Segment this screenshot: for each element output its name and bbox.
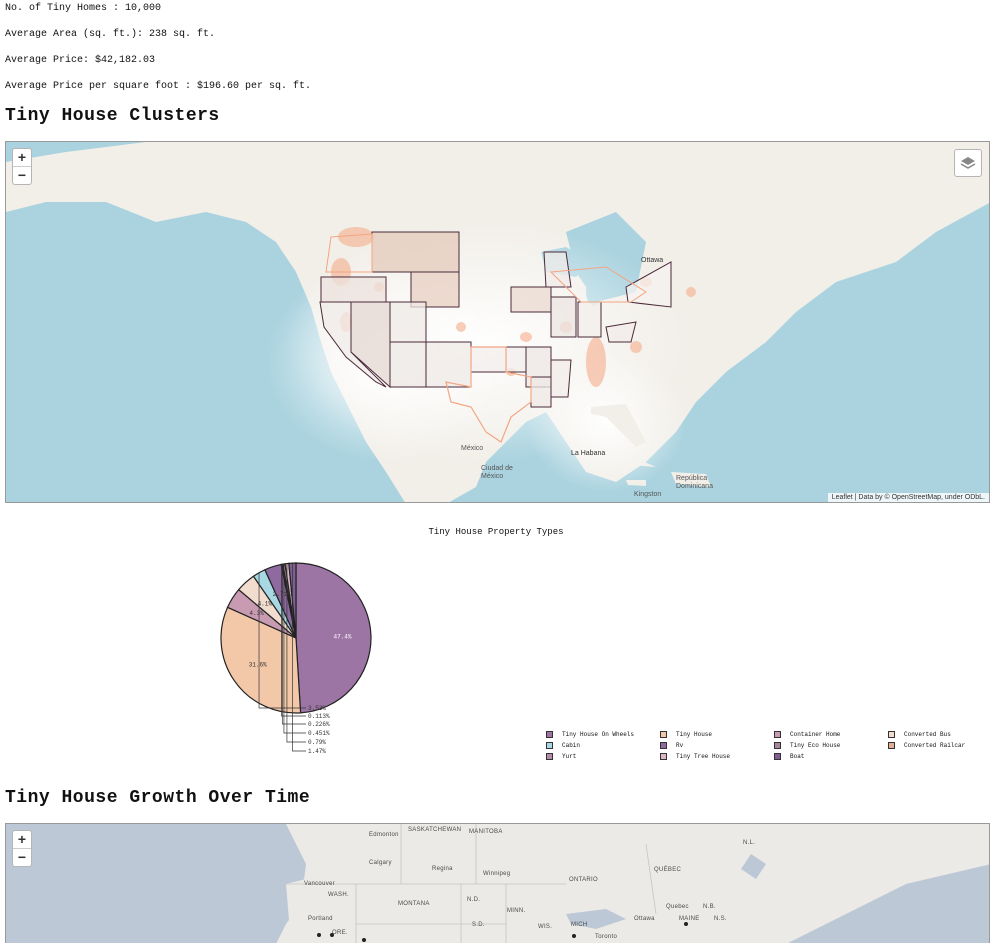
legend-item-boat[interactable]: Boat	[774, 753, 804, 760]
legend-label: Tiny House On Wheels	[562, 731, 635, 738]
map2-label: Calgary	[369, 860, 392, 866]
map2-label: N.S.	[714, 916, 727, 922]
growth-map[interactable]: Edmonton SASKATCHEWAN MANITOBA Calgary Regin…	[5, 823, 990, 943]
map2-label: N.D.	[467, 897, 481, 903]
growth-map-canvas[interactable]	[6, 824, 990, 943]
legend-item-tiny-tree-house[interactable]: Tiny Tree House	[660, 753, 730, 760]
cluster-map[interactable]: Ottawa México Ciudad de México La Habana…	[5, 141, 990, 503]
map2-label: ORE.	[332, 930, 348, 936]
legend-item-container-home[interactable]: Container Home	[774, 731, 840, 738]
map2-label: N.B.	[703, 904, 716, 910]
pie-label: 0.113%	[308, 713, 330, 720]
map-label-havana: La Habana	[571, 450, 606, 457]
map-label-ottawa: Ottawa	[641, 257, 664, 264]
pie-label: 2.71%	[273, 591, 291, 598]
layers-icon	[960, 157, 976, 169]
pie-label: 47.4%	[333, 634, 351, 641]
map2-label: Ottawa	[634, 916, 655, 922]
map2-label: S.D.	[472, 922, 485, 928]
legend-swatch	[546, 731, 553, 738]
map2-label: N.L.	[743, 840, 756, 846]
legend-item-tiny-house-on-wheels[interactable]: Tiny House On Wheels	[546, 731, 634, 738]
section-title-clusters: Tiny House Clusters	[5, 106, 220, 126]
map-attribution[interactable]: Leaflet | Data by © OpenStreetMap, under…	[827, 493, 989, 502]
map-zoom-control: + −	[12, 148, 32, 185]
zoom-in-button-2[interactable]: +	[13, 831, 31, 848]
stat-price-sqft: Average Price per square foot : $196.60 …	[5, 81, 312, 92]
legend-swatch	[774, 753, 781, 760]
pie-chart: 47.4% 31.6% 4.3% 4.1% 3.53% 2.71% 0.113%0.226%…	[220, 562, 372, 755]
pie-label: 0.451%	[308, 730, 330, 737]
map2-label: MANITOBA	[469, 829, 503, 835]
legend-swatch	[660, 742, 667, 749]
section-title-growth: Tiny House Growth Over Time	[5, 788, 311, 808]
legend-label: Converted Railcar	[904, 742, 966, 749]
legend-swatch	[774, 742, 781, 749]
map-label-dominican: República Dominicana	[676, 475, 713, 490]
map2-label: MONTANA	[398, 901, 430, 907]
legend-label: Boat	[790, 753, 805, 760]
legend-item-yurt[interactable]: Yurt	[546, 753, 576, 760]
cluster-map-canvas[interactable]	[6, 142, 990, 503]
legend-swatch	[774, 731, 781, 738]
map2-zoom-control: + −	[12, 830, 32, 867]
stat-avg-area: Average Area (sq. ft.): 238 sq. ft.	[5, 29, 216, 40]
pie-label: 0.226%	[308, 721, 330, 728]
map-label-kingston: Kingston	[634, 491, 662, 498]
map2-label: MICH	[571, 922, 588, 928]
zoom-out-button[interactable]: −	[13, 166, 31, 184]
zoom-in-button[interactable]: +	[13, 149, 31, 166]
map2-label: SASKATCHEWAN	[408, 827, 462, 833]
legend-label: Cabin	[562, 742, 581, 749]
map2-label: QUÉBEC	[654, 867, 682, 873]
legend-label: Tiny Tree House	[676, 753, 731, 760]
map2-label: MINN.	[507, 908, 526, 914]
legend-item-converted-bus[interactable]: Converted Bus	[888, 731, 951, 738]
stat-avg-price: Average Price: $42,182.03	[5, 55, 156, 66]
pie-label: 0.79%	[308, 739, 326, 746]
legend-label: Rv	[676, 742, 684, 749]
legend-item-tiny-eco-house[interactable]: Tiny Eco House	[774, 742, 840, 749]
map2-label: Winnipeg	[483, 871, 511, 877]
pie-label: 4.1%	[258, 601, 273, 608]
zoom-out-button-2[interactable]: −	[13, 848, 31, 866]
pie-label: 1.47%	[308, 748, 326, 755]
chart-title: Tiny House Property Types	[428, 527, 564, 537]
legend-swatch	[546, 753, 553, 760]
map2-label: WASH.	[328, 892, 349, 898]
pie-label: 31.6%	[249, 661, 267, 668]
map2-label: Toronto	[595, 934, 618, 940]
map2-label: Vancouver	[304, 881, 335, 887]
pie-label: 4.3%	[249, 610, 264, 617]
legend-item-cabin[interactable]: Cabin	[546, 742, 580, 749]
legend-item-tiny-house[interactable]: Tiny House	[660, 731, 712, 738]
legend-label: Converted Bus	[904, 731, 951, 738]
legend-label: Yurt	[562, 753, 577, 760]
legend-swatch	[546, 742, 553, 749]
pie-label: 3.53%	[308, 705, 326, 712]
legend-item-converted-railcar[interactable]: Converted Railcar	[888, 742, 965, 749]
map2-label: ONTARIO	[569, 877, 598, 883]
layer-control-button[interactable]	[954, 149, 982, 177]
legend-swatch	[888, 742, 895, 749]
map-label-mexico: México	[461, 445, 484, 452]
legend-label: Tiny Eco House	[790, 742, 841, 749]
legend-label: Container Home	[790, 731, 841, 738]
legend-swatch	[660, 731, 667, 738]
map2-label: Quebec	[666, 904, 689, 910]
map2-label: MAINE	[679, 916, 700, 922]
legend-swatch	[888, 731, 895, 738]
map-label-mexico-city: Ciudad de México	[481, 465, 513, 480]
stat-count: No. of Tiny Homes : 10,000	[5, 3, 162, 14]
legend-item-rv[interactable]: Rv	[660, 742, 683, 749]
map2-label: Portland	[308, 916, 333, 922]
map2-label: Edmonton	[369, 832, 399, 838]
legend-swatch	[660, 753, 667, 760]
legend-label: Tiny House	[676, 731, 713, 738]
map2-label: WIS.	[538, 924, 553, 930]
map2-label: Regina	[432, 866, 453, 872]
